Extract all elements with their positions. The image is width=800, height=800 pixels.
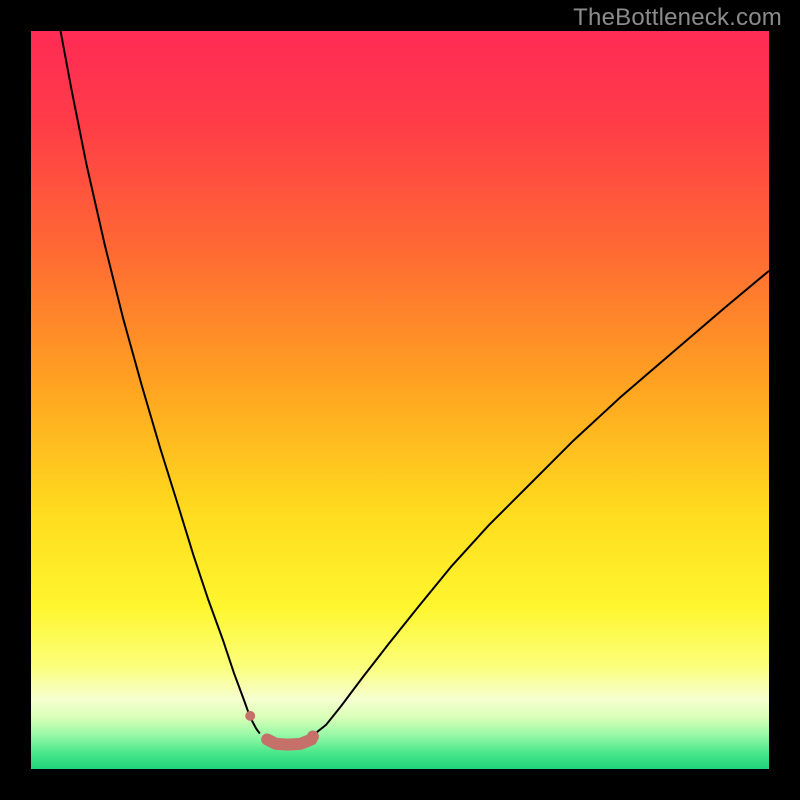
chart-svg	[31, 31, 769, 769]
marker-dot-left	[245, 711, 255, 721]
marker-dot-right	[307, 731, 319, 743]
plot-area	[31, 31, 769, 769]
chart-frame: TheBottleneck.com	[0, 0, 800, 800]
heatmap-background	[31, 31, 769, 769]
watermark-text: TheBottleneck.com	[573, 4, 782, 32]
series-valley-floor	[267, 739, 311, 744]
